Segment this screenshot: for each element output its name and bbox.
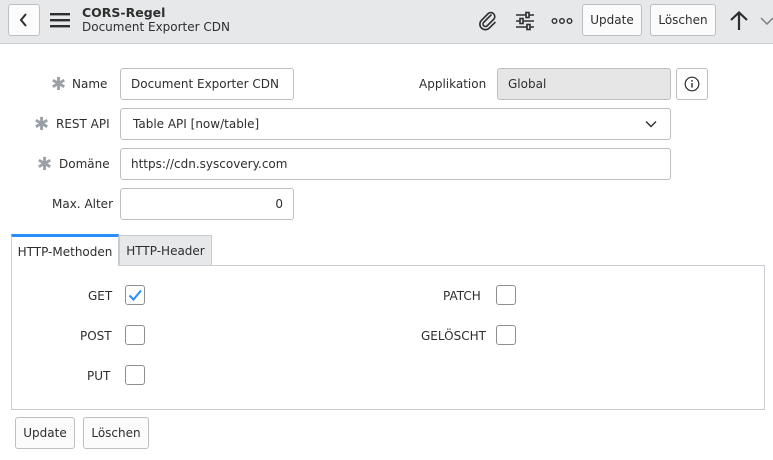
domain-label: Domäne	[59, 157, 110, 171]
more-icon[interactable]	[550, 9, 574, 33]
footer-update-button[interactable]: Update	[15, 417, 75, 449]
back-button[interactable]	[8, 4, 40, 36]
arrow-up-icon[interactable]	[727, 9, 751, 33]
max-age-field[interactable]: 0	[120, 188, 294, 220]
info-button[interactable]	[676, 68, 708, 100]
put-label: PUT	[87, 369, 111, 383]
get-label: GET	[88, 289, 113, 303]
chevron-down-icon	[645, 121, 657, 128]
record-type-title: CORS-Regel	[82, 5, 166, 20]
checkmark-icon	[128, 289, 142, 301]
delete-method-checkbox[interactable]	[496, 325, 516, 345]
required-marker: ✱	[34, 114, 50, 135]
rest-api-select[interactable]: Table API [now/table]	[120, 108, 671, 140]
application-label: Applikation	[419, 77, 487, 91]
put-checkbox[interactable]	[125, 365, 145, 385]
max-age-label: Max. Alter	[52, 197, 114, 211]
patch-checkbox[interactable]	[496, 285, 516, 305]
post-label: POST	[80, 329, 112, 343]
tab-http-methods[interactable]: HTTP-Methoden	[11, 234, 119, 266]
required-marker: ✱	[51, 74, 67, 95]
rest-api-select-value: Table API [now/table]	[133, 117, 260, 131]
name-label: Name	[72, 77, 108, 91]
hamburger-menu-icon[interactable]	[50, 12, 70, 28]
patch-label: PATCH	[443, 289, 481, 303]
form-header: CORS-Regel Document Exporter CDN Update …	[0, 0, 773, 44]
header-update-button[interactable]: Update	[582, 4, 642, 36]
get-checkbox[interactable]	[125, 285, 145, 305]
record-name-subtitle: Document Exporter CDN	[82, 20, 230, 34]
application-field: Global	[497, 68, 671, 100]
tab-http-headers[interactable]: HTTP-Header	[119, 235, 212, 266]
info-icon	[684, 76, 700, 92]
paperclip-icon[interactable]	[476, 9, 500, 33]
sliders-icon[interactable]	[513, 9, 537, 33]
back-icon	[19, 13, 27, 27]
name-field[interactable]: Document Exporter CDN	[120, 68, 294, 100]
header-delete-button[interactable]: Löschen	[650, 4, 716, 36]
post-checkbox[interactable]	[125, 325, 145, 345]
delete-method-label: GELÖSCHT	[421, 329, 486, 343]
domain-field[interactable]: https://cdn.syscovery.com	[120, 148, 671, 180]
rest-api-label: REST API	[56, 117, 110, 131]
required-marker: ✱	[37, 154, 53, 175]
chevron-down-icon[interactable]	[760, 9, 773, 33]
footer-delete-button[interactable]: Löschen	[83, 417, 149, 449]
